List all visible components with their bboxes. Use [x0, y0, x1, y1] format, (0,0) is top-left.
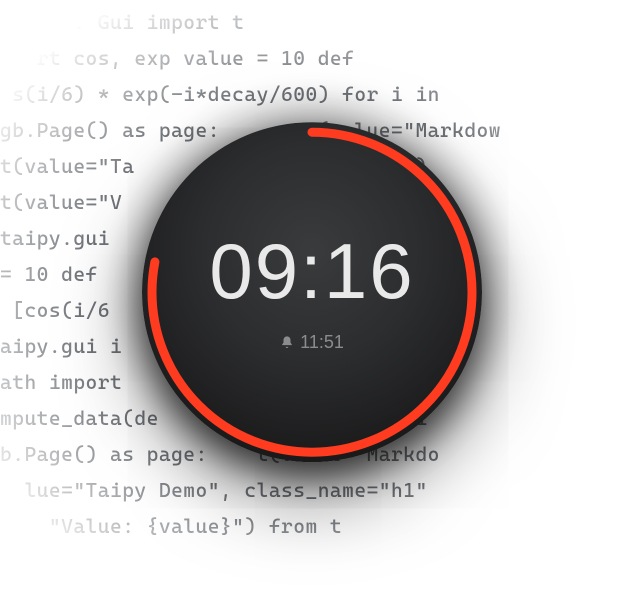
clock-content: 09:16 11:51 [142, 122, 482, 462]
alarm-time: 11:51 [300, 332, 344, 353]
clock-widget: 09:16 11:51 [142, 122, 482, 462]
code-line: . Gui import t [0, 4, 624, 40]
current-time: 09:16 [209, 232, 414, 310]
code-line: rt cos, exp value = 10 def [0, 40, 624, 76]
bell-icon [280, 335, 294, 349]
alarm-row: 11:51 [280, 332, 344, 353]
code-line: "Value: {value}") from t [0, 508, 624, 544]
clock-face[interactable]: 09:16 11:51 [142, 122, 482, 462]
